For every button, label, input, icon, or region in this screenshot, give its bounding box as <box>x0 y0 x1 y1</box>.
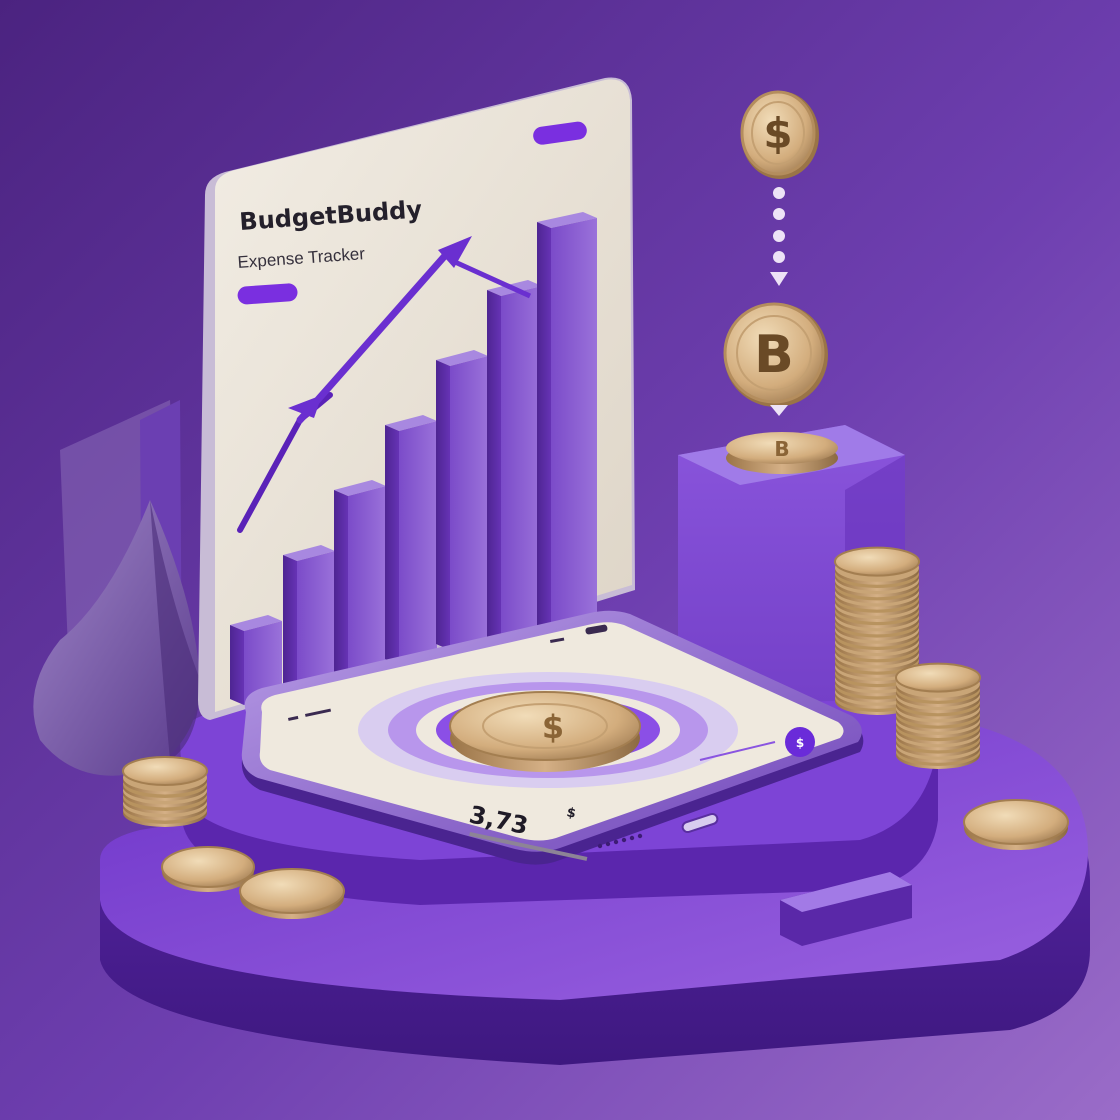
chart-bar <box>537 212 597 642</box>
coin-stack-short <box>895 662 981 769</box>
chart-bar <box>487 280 542 650</box>
coin-on-cube: B <box>726 432 838 474</box>
chart-bar <box>283 545 335 695</box>
chart-bar <box>334 480 386 680</box>
coin-stack-left <box>122 756 208 827</box>
loose-coin <box>963 799 1069 850</box>
scene-illustration: BudgetBuddy Expense Tracker B $ B $ $ 3,… <box>0 0 1120 1120</box>
bitcoin-glyph: B <box>774 437 789 461</box>
loose-coin <box>239 868 345 919</box>
chart-bar <box>385 415 437 665</box>
bitcoin-glyph-large: B <box>754 325 794 385</box>
chart-bar <box>436 350 488 650</box>
dollar-glyph: $ <box>763 109 792 158</box>
phone-action-glyph: $ <box>796 736 804 750</box>
phone-coin: $ <box>449 691 641 772</box>
loose-coin <box>161 846 255 892</box>
phone-coin-glyph: $ <box>542 708 564 746</box>
bitcoin-coin-icon: B <box>723 302 828 407</box>
dollar-coin-icon: $ <box>740 90 819 179</box>
